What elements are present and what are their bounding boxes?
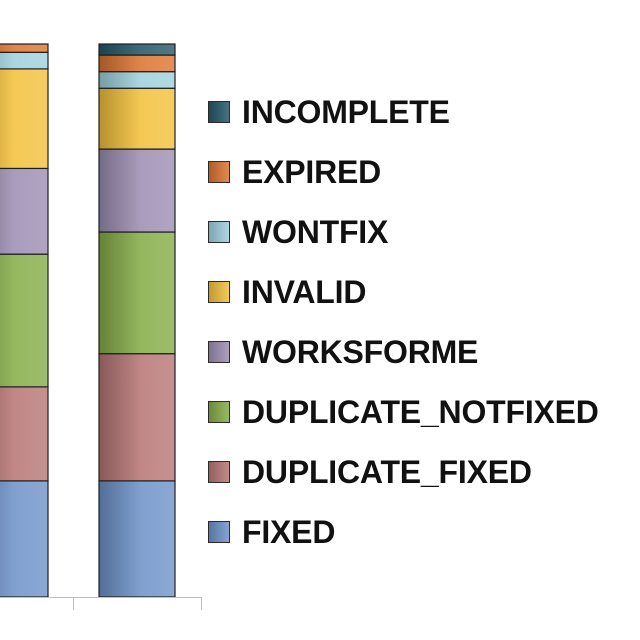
bar-segment-worksforme-1 (0, 167, 49, 255)
legend-item-duplicate-fixed: DUPLICATE_FIXED (208, 442, 638, 502)
legend-swatch (208, 401, 230, 423)
bar-segment-fixed-2 (98, 480, 176, 598)
legend-swatch (208, 341, 230, 363)
bar-segment-wontfix-2 (98, 71, 176, 89)
legend-swatch (208, 281, 230, 303)
legend-label: DUPLICATE_NOTFIXED (242, 393, 599, 430)
bar-segment-duplicate-fixed-1 (0, 386, 49, 482)
legend-item-duplicate-notfixed: DUPLICATE_NOTFIXED (208, 382, 638, 442)
legend-label: WORKSFORME (242, 333, 479, 370)
legend-swatch (208, 161, 230, 183)
bar-segment-duplicate-notfixed-1 (0, 253, 49, 388)
legend-label: EXPIRED (242, 153, 382, 190)
bar-segment-expired-1 (0, 43, 49, 53)
legend-swatch (208, 521, 230, 543)
legend-label: WONTFIX (242, 213, 389, 250)
legend-swatch (208, 221, 230, 243)
bar-segment-expired-2 (98, 54, 176, 73)
legend-swatch (208, 461, 230, 483)
bar-segment-wontfix-1 (0, 51, 49, 70)
legend-item-fixed: FIXED (208, 502, 638, 562)
legend-label: FIXED (242, 513, 336, 550)
x-axis (0, 597, 202, 610)
bar-segment-duplicate-notfixed-2 (98, 231, 176, 355)
stacked-bar-chart: INCOMPLETE EXPIRED WONTFIX INVALID WORKSFORM… (0, 0, 640, 640)
bar-segment-incomplete-2 (98, 43, 176, 56)
legend-swatch (208, 101, 230, 123)
legend-label: DUPLICATE_FIXED (242, 453, 532, 490)
bar-segment-worksforme-2 (98, 148, 176, 233)
legend-label: INVALID (242, 273, 367, 310)
legend-item-worksforme: WORKSFORME (208, 322, 638, 382)
bar-segment-fixed-1 (0, 480, 49, 598)
legend: INCOMPLETE EXPIRED WONTFIX INVALID WORKSFORM… (208, 82, 638, 562)
bar-segment-invalid-2 (98, 87, 176, 150)
legend-item-incomplete: INCOMPLETE (208, 82, 638, 142)
bar-segment-invalid-1 (0, 68, 49, 170)
legend-item-wontfix: WONTFIX (208, 202, 638, 262)
bars-layer (0, 43, 176, 598)
legend-item-invalid: INVALID (208, 262, 638, 322)
bar-segment-duplicate-fixed-2 (98, 353, 176, 482)
legend-item-expired: EXPIRED (208, 142, 638, 202)
legend-label: INCOMPLETE (242, 93, 450, 130)
